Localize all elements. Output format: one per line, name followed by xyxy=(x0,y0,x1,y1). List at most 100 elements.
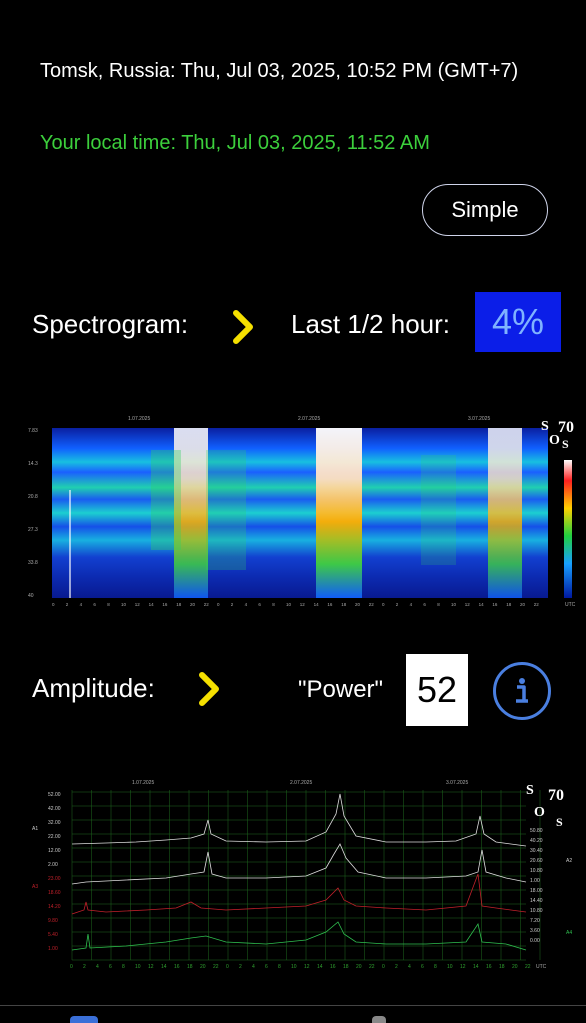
ampl-x-tick: 6 xyxy=(265,964,268,970)
ampl-x-tick: 10 xyxy=(135,964,141,970)
spectro-y-tick: 20.8 xyxy=(28,494,38,500)
spectro-date-3: 3.07.2025 xyxy=(468,416,490,422)
bottom-divider xyxy=(0,1005,586,1006)
last-half-hour-label: Last 1/2 hour: xyxy=(291,309,450,339)
ampl-x-tick: 16 xyxy=(174,964,180,970)
nav-indicator xyxy=(372,1016,386,1023)
spectro-date-1: 1.07.2025 xyxy=(128,416,150,422)
ampl-side-label: A2 xyxy=(566,858,572,864)
ampl-x-tick: 16 xyxy=(330,964,336,970)
ampl-x-tick: 22 xyxy=(369,964,375,970)
ampl-y-left-tick: 5.40 xyxy=(48,932,58,938)
ampl-date-2: 2.07.2025 xyxy=(290,780,312,786)
spectro-date-2: 2.07.2025 xyxy=(298,416,320,422)
ampl-x-tick: 18 xyxy=(187,964,193,970)
spectro-y-tick: 27.3 xyxy=(28,527,38,533)
info-icon xyxy=(516,678,528,703)
ampl-y-left-tick: 9.80 xyxy=(48,918,58,924)
spectro-x-tick: 12 xyxy=(135,602,141,607)
ampl-x-tick: 20 xyxy=(356,964,362,970)
ampl-x-tick: 20 xyxy=(200,964,206,970)
ampl-y-right-tick: 14.40 xyxy=(530,898,543,904)
ampl-x-tick: 18 xyxy=(343,964,349,970)
spectro-x-tick: 22 xyxy=(534,602,540,607)
spectro-x-tick: 18 xyxy=(506,602,512,607)
ampl-y-left-tick: 22.00 xyxy=(48,834,61,840)
svg-text:70: 70 xyxy=(548,787,564,804)
location-datetime: Tomsk, Russia: Thu, Jul 03, 2025, 10:52 … xyxy=(40,60,519,82)
power-label: "Power" xyxy=(298,676,384,703)
spectro-x-tick: 14 xyxy=(314,602,320,607)
ampl-x-tick: 20 xyxy=(512,964,518,970)
ampl-x-tick: 0 xyxy=(382,964,385,970)
ampl-y-left-tick: 18.60 xyxy=(48,890,61,896)
chevron-right-icon[interactable] xyxy=(230,307,258,347)
ampl-y-left-tick: 14.20 xyxy=(48,904,61,910)
spectro-x-unit: UTC xyxy=(565,602,576,608)
spectro-y-tick: 14.3 xyxy=(28,461,38,467)
spectro-x-tick: 16 xyxy=(162,602,168,607)
ampl-x-tick: 12 xyxy=(148,964,154,970)
svg-text:S: S xyxy=(562,437,569,451)
svg-text:S: S xyxy=(556,815,563,829)
spectro-x-tick: 18 xyxy=(176,602,182,607)
ampl-y-right-tick: 3.60 xyxy=(530,928,540,934)
spectro-x-tick: 20 xyxy=(190,602,196,607)
ampl-y-right-tick: 10.80 xyxy=(530,868,543,874)
ampl-y-right-tick: 1.00 xyxy=(530,878,540,884)
spectro-x-tick: 16 xyxy=(492,602,498,607)
chevron-right-icon[interactable] xyxy=(196,669,224,709)
spectro-y-tick: 33.8 xyxy=(28,560,38,566)
ampl-x-tick: 10 xyxy=(291,964,297,970)
spectro-x-tick: 10 xyxy=(451,602,457,607)
ampl-y-right-tick: 50.80 xyxy=(530,828,543,834)
spectro-x-tick: 12 xyxy=(465,602,471,607)
spectro-x-tick: 18 xyxy=(341,602,347,607)
ampl-x-tick: 14 xyxy=(161,964,167,970)
ampl-x-tick: 14 xyxy=(317,964,323,970)
nav-indicator xyxy=(70,1016,98,1023)
ampl-x-tick: 4 xyxy=(408,964,411,970)
ampl-date-3: 3.07.2025 xyxy=(446,780,468,786)
ampl-side-label: A1 xyxy=(32,826,38,832)
simple-mode-button[interactable]: Simple xyxy=(422,184,548,236)
spectrogram-chart[interactable]: 1.07.2025 2.07.2025 3.07.2025 UTC 7.83 14… xyxy=(26,410,578,610)
ampl-x-tick: 22 xyxy=(213,964,219,970)
spectro-x-tick: 20 xyxy=(520,602,526,607)
svg-text:O: O xyxy=(534,805,545,820)
spectro-x-tick: 10 xyxy=(121,602,127,607)
ampl-date-1: 1.07.2025 xyxy=(132,780,154,786)
ampl-y-left-tick: 42.00 xyxy=(48,806,61,812)
amplitude-chart[interactable]: 1.07.2025 2.07.2025 3.07.2025 UTC 52.00 4… xyxy=(26,774,578,974)
spectro-x-tick: 22 xyxy=(204,602,210,607)
ampl-y-right-tick: 18.00 xyxy=(530,888,543,894)
ampl-x-unit: UTC xyxy=(536,964,547,970)
svg-text:S: S xyxy=(526,783,534,798)
ampl-x-tick: 18 xyxy=(499,964,505,970)
ampl-x-tick: 16 xyxy=(486,964,492,970)
spectro-x-tick: 16 xyxy=(327,602,333,607)
ampl-x-tick: 0 xyxy=(70,964,73,970)
ampl-y-right-tick: 10.80 xyxy=(530,908,543,914)
percent-badge: 4% xyxy=(475,292,561,352)
ampl-x-tick: 2 xyxy=(83,964,86,970)
spectro-x-tick: 20 xyxy=(355,602,361,607)
local-time: Your local time: Thu, Jul 03, 2025, 11:5… xyxy=(40,132,430,154)
spectro-x-tick: 14 xyxy=(149,602,155,607)
ampl-x-tick: 2 xyxy=(239,964,242,970)
spectro-x-tick: 22 xyxy=(369,602,375,607)
svg-text:S: S xyxy=(541,419,549,434)
info-button[interactable] xyxy=(493,662,551,720)
ampl-y-right-tick: 30.40 xyxy=(530,848,543,854)
ampl-y-left-tick: 2.00 xyxy=(48,862,58,868)
svg-text:70: 70 xyxy=(558,419,574,436)
ampl-y-right-tick: 20.60 xyxy=(530,858,543,864)
ampl-x-tick: 12 xyxy=(304,964,310,970)
ampl-y-left-tick: 52.00 xyxy=(48,792,61,798)
ampl-x-tick: 4 xyxy=(96,964,99,970)
spectro-x-tick: 12 xyxy=(300,602,306,607)
ampl-x-tick: 12 xyxy=(460,964,466,970)
spectro-x-tick: 14 xyxy=(479,602,485,607)
ampl-x-tick: 0 xyxy=(226,964,229,970)
ampl-x-tick: 10 xyxy=(447,964,453,970)
